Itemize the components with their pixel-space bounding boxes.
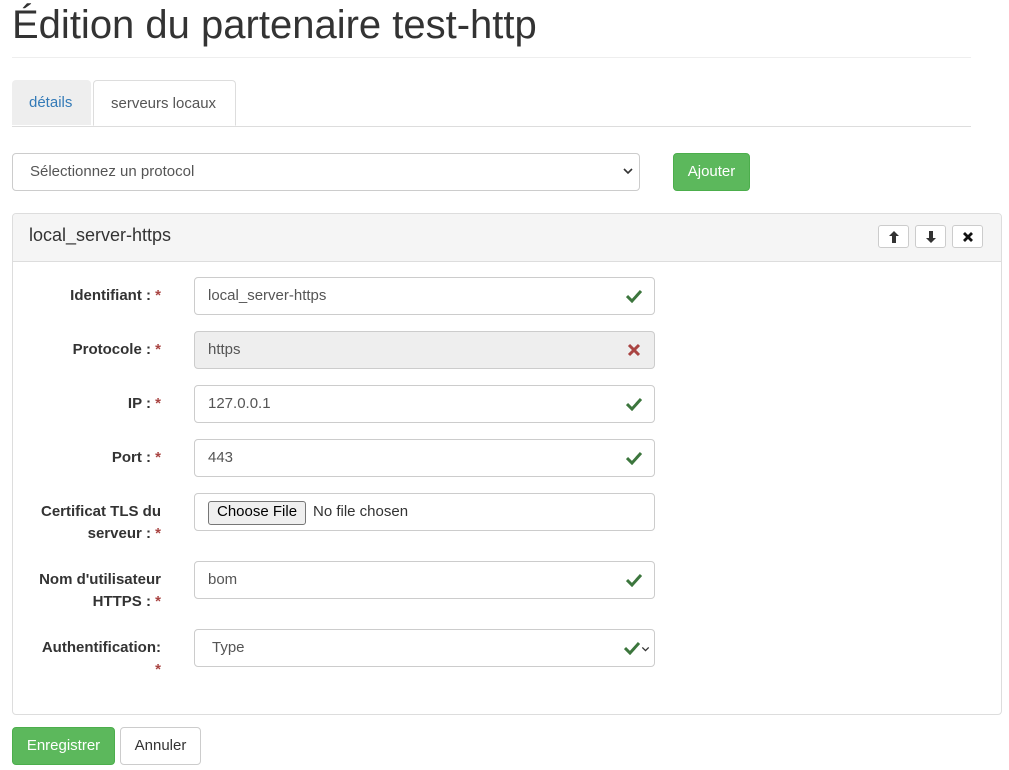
close-icon: [962, 231, 973, 242]
id-input[interactable]: local_server-https: [194, 277, 655, 315]
save-button[interactable]: Enregistrer: [12, 727, 115, 765]
title-divider: [12, 57, 971, 58]
add-button[interactable]: Ajouter: [673, 153, 750, 191]
choose-file-button[interactable]: Choose File: [208, 501, 307, 525]
check-icon: [626, 573, 642, 587]
chevron-down-icon: [641, 646, 650, 652]
check-icon: [624, 641, 640, 655]
protocol-label: Protocole : *: [72, 341, 161, 358]
ip-input[interactable]: 127.0.0.1: [194, 385, 655, 423]
page-title: Édition du partenaire test-http: [12, 3, 537, 47]
file-status: No file chosen: [313, 503, 409, 520]
ip-label: IP : *: [127, 395, 161, 412]
chevron-down-icon: [623, 168, 633, 175]
check-icon: [626, 289, 642, 303]
protocol-select[interactable]: Sélectionnez un protocol: [12, 153, 640, 191]
move-up-button[interactable]: [878, 225, 909, 248]
certificate-label: Certificat TLS du serveur : *: [40, 503, 161, 542]
port-input[interactable]: 443: [194, 439, 655, 477]
check-icon: [626, 397, 642, 411]
panel-header: local_server-https: [13, 214, 1001, 262]
auth-select[interactable]: Type: [194, 629, 655, 667]
cancel-button[interactable]: Annuler: [120, 727, 201, 765]
auth-label: Authentification: *: [41, 639, 161, 678]
remove-button[interactable]: [952, 225, 983, 248]
check-icon: [626, 451, 642, 465]
arrow-down-icon: [925, 230, 936, 243]
move-down-button[interactable]: [915, 225, 946, 248]
tab-details[interactable]: détails: [12, 80, 91, 125]
server-panel: local_server-https Identifiant : * local…: [12, 213, 1002, 715]
tab-bar: détails serveurs locaux: [12, 80, 971, 127]
username-input[interactable]: bom: [194, 561, 655, 599]
cross-icon: [627, 343, 641, 357]
protocol-select-value: Sélectionnez un protocol: [30, 163, 195, 180]
arrow-up-icon: [888, 230, 899, 243]
protocol-input: https: [194, 331, 655, 369]
port-label: Port : *: [111, 449, 161, 466]
username-label: Nom d'utilisateur HTTPS : *: [39, 571, 161, 610]
panel-title: local_server-https: [29, 225, 172, 245]
id-label: Identifiant : *: [70, 287, 161, 304]
tab-local-servers[interactable]: serveurs locaux: [93, 80, 236, 126]
certificate-file-input: Choose File No file chosen: [194, 493, 655, 531]
